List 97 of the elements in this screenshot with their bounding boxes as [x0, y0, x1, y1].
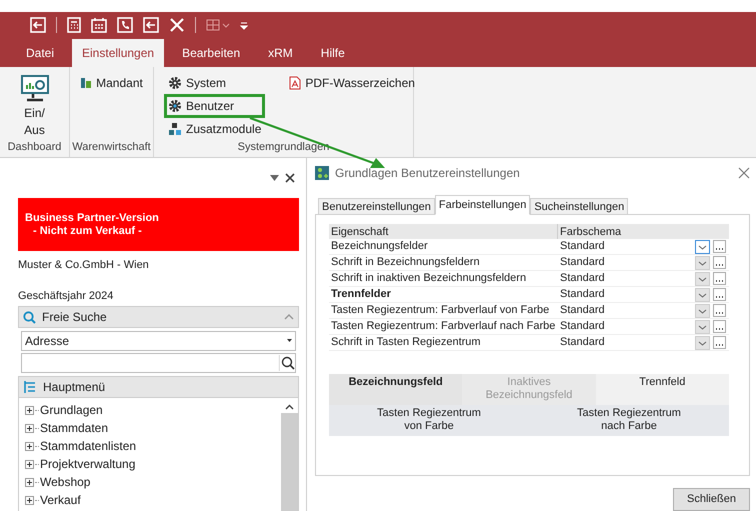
phone-icon[interactable] — [117, 17, 133, 34]
more-icon[interactable] — [713, 256, 726, 269]
more-icon[interactable] — [713, 272, 726, 285]
close-icon[interactable] — [738, 167, 750, 179]
dropdown-icon[interactable] — [695, 272, 710, 286]
dropdown-icon[interactable] — [695, 320, 710, 334]
more-icon[interactable] — [713, 240, 726, 253]
blocks-icon — [168, 122, 182, 136]
fiscal-year: Geschäftsjahr 2024 — [18, 288, 114, 304]
tree-item[interactable]: Projektverwaltung — [40, 455, 136, 473]
expand-icon[interactable] — [25, 424, 34, 432]
tree-item[interactable]: Stammdatenlisten — [40, 437, 136, 455]
ribbon-button[interactable]: Mandant — [78, 73, 145, 93]
banner-text: Business Partner-Version — [25, 212, 160, 224]
company-name: Muster & Co.GmbH - Wien — [18, 258, 150, 273]
customize-icon[interactable] — [240, 20, 248, 30]
dialog-tab[interactable]: Sucheinstellungen — [530, 198, 628, 215]
panel-title: Freie Suche — [42, 309, 108, 326]
group-label: Systemgrundlagen — [236, 140, 330, 155]
preview-field: Inaktives Bezeichnungsfeld — [462, 374, 596, 405]
collapse-icon — [284, 314, 294, 320]
more-icon[interactable] — [713, 336, 726, 349]
gear-icon — [168, 99, 182, 113]
table-cell-text: Standard — [559, 335, 606, 350]
table-cell-text: Standard — [559, 255, 606, 270]
layout-icon — [206, 19, 230, 32]
table-cell-text: Standard — [559, 271, 606, 286]
ribbon-button[interactable]: System — [166, 73, 264, 93]
table-cell-text: Standard — [559, 319, 606, 334]
more-icon[interactable] — [713, 288, 726, 301]
calendar-icon[interactable] — [91, 17, 107, 34]
group-label: Dashboard — [6, 140, 62, 155]
dropdown-icon[interactable] — [695, 288, 710, 302]
back-icon[interactable] — [143, 17, 159, 34]
column-header: Farbschema — [559, 225, 622, 239]
gear-icon — [168, 76, 182, 90]
ribbon-tab[interactable]: Bearbeiten — [172, 39, 250, 67]
dialog-tab[interactable]: Farbeinstellungen — [434, 195, 530, 215]
ribbon-tab[interactable]: Datei — [16, 39, 64, 67]
preview-field: Trennfeld — [596, 374, 729, 405]
dropdown-icon[interactable] — [695, 240, 710, 254]
expand-icon[interactable] — [25, 442, 34, 450]
search-panel-header[interactable]: Freie Suche — [18, 306, 299, 328]
dialog-tab[interactable]: Benutzereinstellungen — [318, 198, 435, 215]
ribbon-button[interactable]: Zusatzmodule — [166, 119, 264, 139]
ribbon-tab[interactable]: Hilfe — [310, 39, 355, 67]
table-cell-text: Trennfelder — [330, 287, 392, 302]
dropdown-icon[interactable] — [695, 304, 710, 318]
table-cell-text: Schrift in Bezeichnungsfeldern — [330, 255, 481, 270]
search-field[interactable] — [21, 353, 296, 373]
table-cell-text: Tasten Regiezentrum: Farbverlauf von Farbe — [330, 303, 550, 318]
more-icon[interactable] — [713, 304, 726, 317]
search-icon — [279, 355, 295, 371]
close-icon[interactable] — [285, 173, 295, 183]
menu-panel-header[interactable]: Hauptmenü — [18, 376, 299, 398]
table-cell-text: Bezeichnungsfelder — [330, 239, 429, 254]
dropdown-icon[interactable] — [695, 256, 710, 270]
more-icon[interactable] — [713, 320, 726, 333]
pdf-icon — [289, 76, 302, 90]
tree-item[interactable]: Stammdaten — [40, 419, 108, 437]
dialog-title: Grundlagen Benutzereinstellungen — [335, 165, 521, 182]
tree-item[interactable]: Verkauf — [40, 491, 81, 509]
ribbon-button[interactable]: Benutzer — [166, 96, 264, 116]
preview-field: Bezeichnungsfeld — [329, 374, 462, 405]
table-cell-text: Schrift in Tasten Regiezentrum — [330, 335, 482, 350]
dashboard-button[interactable]: Ein/ Aus — [16, 73, 54, 139]
expand-icon[interactable] — [25, 406, 34, 414]
ribbon-tab[interactable]: Einstellungen — [72, 39, 164, 67]
building-icon — [80, 77, 92, 89]
expand-icon[interactable] — [25, 460, 34, 468]
expand-icon[interactable] — [25, 496, 34, 504]
tree-item[interactable]: Webshop — [40, 473, 90, 491]
banner-text: - Nicht zum Verkauf - — [32, 224, 143, 238]
preview-field: Tasten Regiezentrum von Farbe — [329, 405, 529, 436]
calculator-icon[interactable] — [67, 17, 81, 34]
monitor-chart-icon — [20, 73, 50, 103]
group-label: Warenwirtschaft — [71, 140, 152, 155]
search-icon — [23, 310, 36, 324]
table-cell-text: Schrift in inaktiven Bezeichnungsfeldern — [330, 271, 528, 286]
table-cell-text: Standard — [559, 287, 606, 302]
table-cell-text: Tasten Regiezentrum: Farbverlauf nach Farbe — [330, 319, 556, 334]
dropdown-icon[interactable] — [270, 175, 279, 181]
column-header: Eigenschaft — [329, 224, 558, 239]
ribbon-tab[interactable]: xRM — [258, 39, 303, 67]
expand-icon[interactable] — [25, 478, 34, 486]
tree-icon — [23, 380, 37, 394]
table-cell-text: Standard — [559, 303, 606, 318]
exit-icon[interactable] — [30, 17, 46, 34]
ribbon-button[interactable]: PDF-Wasserzeichen — [287, 73, 417, 93]
tree-item[interactable]: Grundlagen — [40, 401, 103, 419]
close-button[interactable]: Schließen — [673, 488, 750, 511]
panel-title: Hauptmenü — [43, 379, 106, 396]
dropdown-icon[interactable] — [695, 336, 710, 350]
table-cell-text: Standard — [559, 239, 606, 254]
search-type-dropdown[interactable]: Adresse — [21, 331, 296, 351]
app-icon — [315, 166, 329, 180]
preview-field: Tasten Regiezentrum nach Farbe — [529, 405, 729, 436]
